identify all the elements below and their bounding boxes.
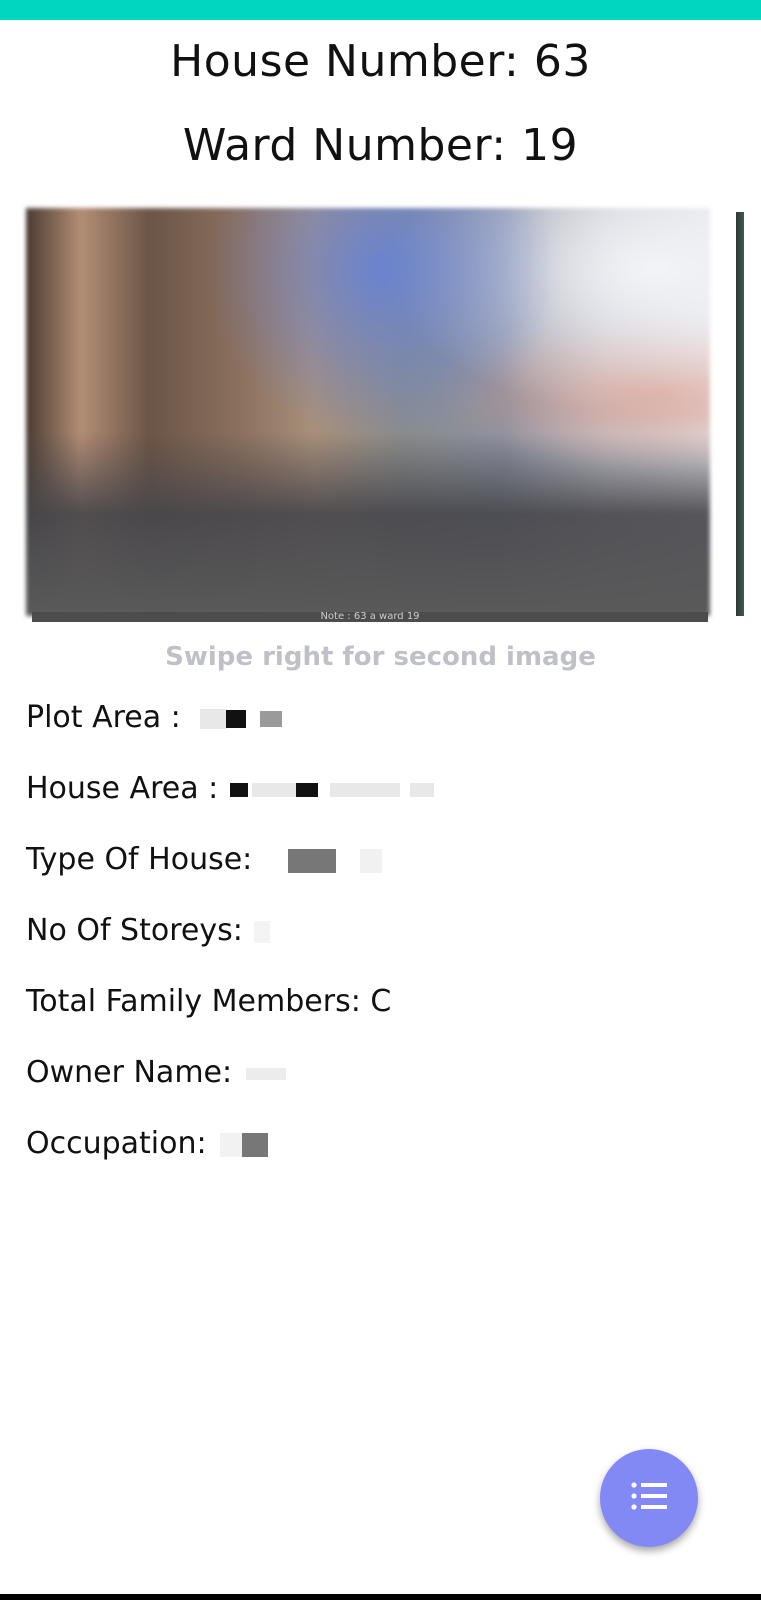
- family-members-label: Total Family Members:: [26, 984, 361, 1019]
- redacted-value: [409, 782, 434, 797]
- ward-number-title: Ward Number: 19: [182, 120, 579, 171]
- redacted-value: [200, 708, 227, 729]
- redacted-value: [295, 782, 318, 797]
- storeys-row: No Of Storeys:: [26, 913, 271, 948]
- photo-caption: Note : 63 a ward 19: [32, 612, 708, 622]
- type-of-house-row: Type Of House:: [26, 842, 382, 877]
- occupation-row: Occupation:: [26, 1126, 269, 1161]
- redacted-value: [251, 782, 296, 797]
- redacted-value: [229, 782, 248, 797]
- redacted-value: [359, 848, 382, 873]
- storeys-label: No Of Storeys:: [26, 913, 243, 948]
- redacted-value: [329, 782, 400, 797]
- redacted-value: [287, 848, 336, 873]
- redacted-value: [260, 710, 283, 727]
- house-area-label: House Area :: [26, 771, 219, 806]
- family-members-value: C: [370, 984, 392, 1019]
- house-number-title: House Number: 63: [170, 36, 591, 87]
- plot-area-label: Plot Area :: [26, 700, 181, 735]
- type-of-house-label: Type Of House:: [26, 842, 253, 877]
- redacted-value: [242, 1132, 269, 1157]
- redacted-value: [220, 1132, 243, 1157]
- status-bar: [0, 0, 761, 20]
- redacted-value: [254, 920, 271, 943]
- image-carousel[interactable]: Note : 63 a ward 19: [0, 206, 761, 626]
- plot-area-row: Plot Area :: [26, 700, 283, 735]
- swipe-hint: Swipe right for second image: [165, 642, 596, 672]
- owner-name-row: Owner Name:: [26, 1055, 286, 1090]
- redacted-value: [245, 1067, 286, 1080]
- occupation-label: Occupation:: [26, 1126, 207, 1161]
- owner-name-label: Owner Name:: [26, 1055, 233, 1090]
- redacted-value: [226, 709, 247, 728]
- house-area-row: House Area :: [26, 771, 434, 806]
- list-icon: [631, 1481, 667, 1515]
- house-photo[interactable]: [26, 208, 710, 616]
- menu-fab-button[interactable]: [600, 1449, 698, 1547]
- bottom-edge: [0, 1594, 761, 1600]
- next-photo-preview[interactable]: [736, 212, 744, 616]
- family-members-row: Total Family Members: C: [26, 984, 391, 1019]
